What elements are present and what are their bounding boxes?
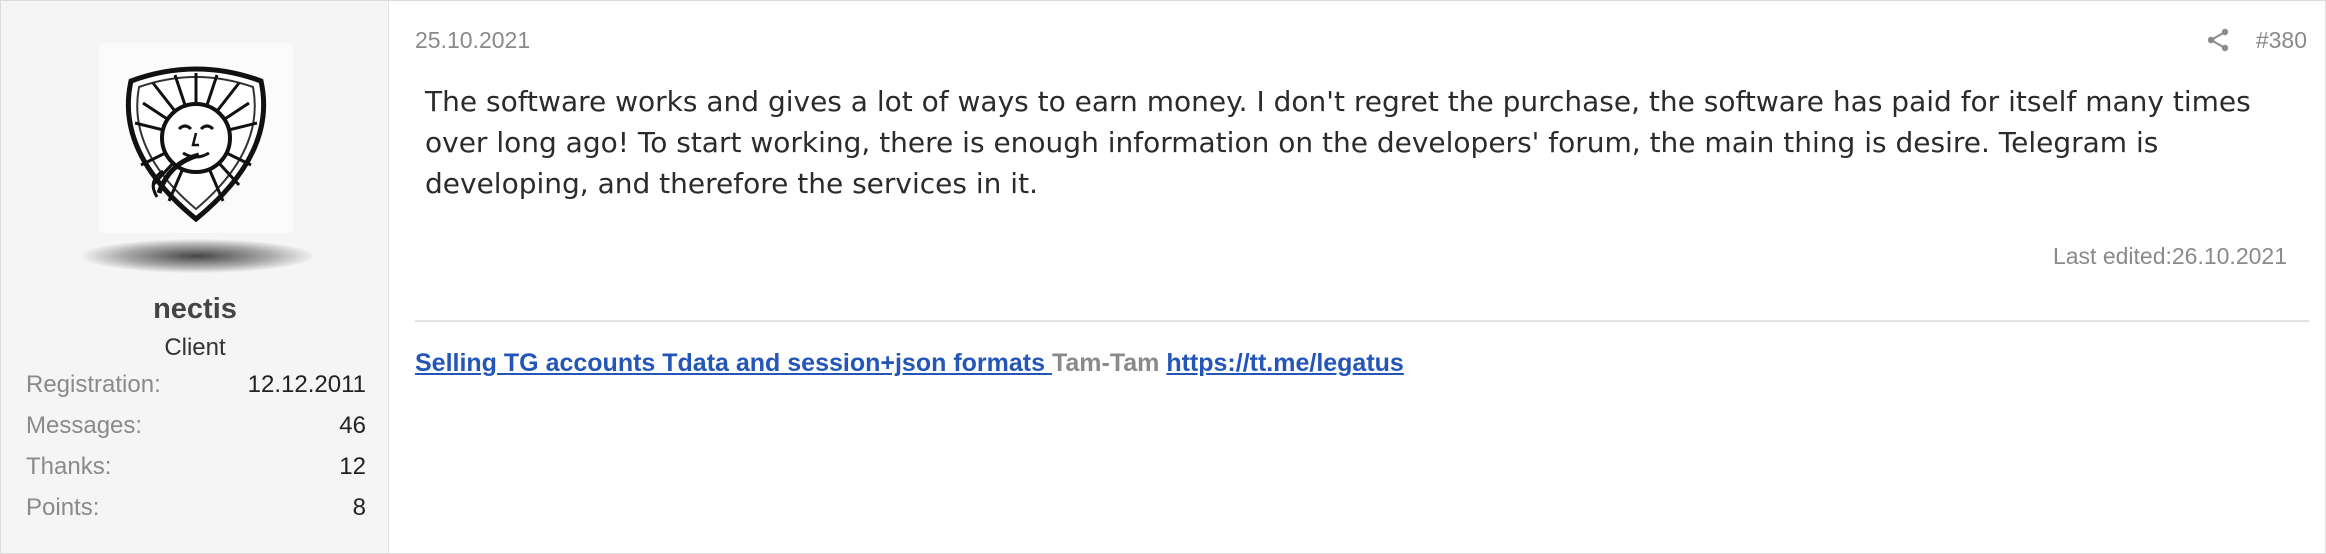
stat-label: Thanks: [26,453,112,480]
avatar[interactable] [99,43,293,233]
stat-thanks: Thanks: 12 [26,451,366,492]
user-info-panel: nectis Client Registration: 12.12.2011 M… [1,1,389,553]
post-date[interactable]: 25.10.2021 [415,27,530,54]
forum-post: nectis Client Registration: 12.12.2011 M… [0,0,2326,554]
username[interactable]: nectis [1,293,389,326]
stat-points: Points: 8 [26,492,366,533]
stat-label: Messages: [26,412,143,439]
signature: Selling TG accounts Tdata and session+js… [415,349,1404,378]
stat-registration: Registration: 12.12.2011 [26,369,366,410]
avatar-shadow [81,239,313,273]
share-icon[interactable] [2205,27,2231,53]
stat-value: 8 [352,494,366,521]
last-edited: Last edited:26.10.2021 [2052,243,2287,269]
sun-face-shield-icon [99,43,293,233]
post-number-link[interactable]: #380 [2256,27,2307,54]
stat-messages: Messages: 46 [26,410,366,451]
user-stats: Registration: 12.12.2011 Messages: 46 Th… [26,369,366,533]
signature-text: Tam-Tam [1051,349,1160,377]
user-title: Client [164,334,226,361]
signature-divider [415,320,2309,322]
stat-value: 46 [339,412,366,439]
stat-value: 12 [339,453,366,480]
stat-label: Registration: [26,371,161,398]
stat-label: Points: [26,494,100,521]
signature-link-accounts[interactable]: Selling TG accounts Tdata and session+js… [415,349,1052,377]
signature-link-tamtam[interactable]: https://tt.me/legatus [1166,349,1404,377]
post-body: The software works and gives a lot of wa… [425,85,2251,200]
stat-value: 12.12.2011 [247,371,366,398]
post-main: 25.10.2021 #380 The software works and g… [389,1,2325,553]
